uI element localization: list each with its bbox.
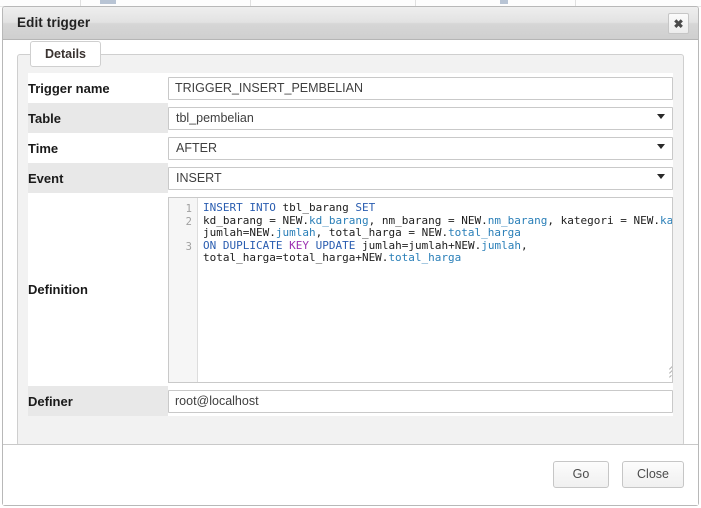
chevron-down-icon: [657, 173, 665, 179]
definition-editor[interactable]: 1 2 3 INSERT INTO tbl_barang SET kd_bara…: [168, 197, 673, 383]
table-select[interactable]: tbl_pembelian: [168, 106, 673, 130]
label-definition: Definition: [28, 193, 168, 386]
trigger-form-table: Trigger name Table tbl_pembelian: [28, 73, 673, 416]
table-row: Time AFTER: [28, 133, 673, 163]
definer-input[interactable]: [168, 389, 673, 413]
dialog-body: Details Trigger name Table tbl_pembelian: [3, 40, 698, 446]
table-row: Trigger name: [28, 73, 673, 103]
label-event: Event: [28, 163, 168, 193]
time-select[interactable]: AFTER: [168, 136, 673, 160]
line-number-gutter: 1 2 3: [169, 198, 198, 382]
label-time: Time: [28, 133, 168, 163]
event-select-value: INSERT: [176, 170, 222, 185]
table-row: Event INSERT: [28, 163, 673, 193]
chevron-down-icon: [657, 143, 665, 149]
field-definer-cell: [168, 386, 673, 416]
definition-code: INSERT INTO tbl_barang SET kd_barang = N…: [203, 201, 673, 265]
table-row: Definition 1 2 3 INSERT INTO tbl_barang …: [28, 193, 673, 386]
dialog-title: Edit trigger: [17, 15, 91, 30]
field-event-cell: INSERT: [168, 163, 673, 193]
dialog-footer: Go Close: [3, 444, 698, 505]
line-number: 2: [185, 215, 192, 228]
line-number: 1: [185, 203, 192, 215]
close-button[interactable]: Close: [622, 461, 684, 488]
details-fieldset: Details Trigger name Table tbl_pembelian: [17, 41, 684, 446]
time-select-value: AFTER: [176, 140, 217, 155]
field-time-cell: AFTER: [168, 133, 673, 163]
event-select[interactable]: INSERT: [168, 166, 673, 190]
tab-details[interactable]: Details: [30, 41, 101, 67]
edit-trigger-dialog: Edit trigger ✖ Details Trigger name Tabl…: [2, 6, 699, 506]
close-x-icon[interactable]: ✖: [668, 13, 689, 34]
trigger-name-input[interactable]: [168, 76, 673, 100]
table-row: Table tbl_pembelian: [28, 103, 673, 133]
go-button[interactable]: Go: [553, 461, 609, 488]
line-number: 3: [185, 240, 192, 253]
label-table: Table: [28, 103, 168, 133]
table-select-value: tbl_pembelian: [176, 110, 254, 125]
chevron-down-icon: [657, 113, 665, 119]
field-table-cell: tbl_pembelian: [168, 103, 673, 133]
label-trigger-name: Trigger name: [28, 73, 168, 103]
label-definer: Definer: [28, 386, 168, 416]
resize-grip-icon[interactable]: [658, 361, 672, 380]
table-row: Definer: [28, 386, 673, 416]
dialog-titlebar: Edit trigger ✖: [3, 7, 698, 40]
field-trigger-name-cell: [168, 73, 673, 103]
field-definition-cell: 1 2 3 INSERT INTO tbl_barang SET kd_bara…: [168, 193, 673, 386]
